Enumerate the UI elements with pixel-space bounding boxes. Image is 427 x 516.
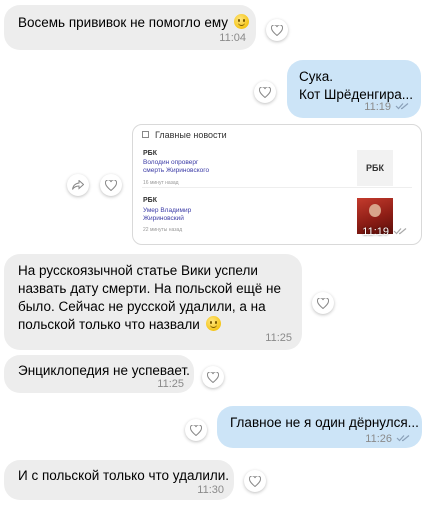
- message-text: Главное не я один дёрнулся...: [230, 415, 419, 430]
- message-time: 11:25: [265, 332, 292, 344]
- news-meta: 22 минуты назад: [143, 227, 183, 233]
- news-source: РБК: [143, 197, 157, 204]
- news-headline-line: Володин опроверг: [143, 159, 199, 166]
- read-ticks-icon: [393, 228, 407, 235]
- news-meta: 16 минут назад: [143, 180, 179, 186]
- message-time: 11:25: [157, 378, 184, 390]
- message-bubble-incoming[interactable]: Энциклопедия не успевает. 11:25: [4, 355, 194, 393]
- news-preview-card[interactable]: Главные новости РБК Володин опроверг сме…: [132, 124, 422, 245]
- message-text-line: На русскоязычной статье Вики успели: [18, 263, 258, 278]
- read-ticks-icon: [396, 435, 410, 442]
- message-text: Энциклопедия не успевает.: [18, 363, 190, 378]
- read-ticks-icon: [395, 103, 409, 110]
- message-text-line: Сука.: [299, 69, 333, 84]
- message-text-line: польской только что назвали: [18, 317, 200, 332]
- message-time: 11:26: [365, 433, 392, 445]
- news-thumbnail: РБК: [357, 150, 393, 186]
- message-bubble-incoming[interactable]: И с польской только что удалили. 11:30: [4, 460, 234, 500]
- smile-emoji-icon: [233, 14, 249, 29]
- like-heart-icon[interactable]: [244, 470, 266, 492]
- smile-emoji-icon: [205, 316, 221, 331]
- message-bubble-incoming[interactable]: На русскоязычной статье Вики успели назв…: [4, 254, 302, 350]
- like-heart-icon[interactable]: [254, 81, 276, 103]
- news-headline-line: Умер Владимир: [143, 207, 192, 214]
- like-heart-icon[interactable]: [185, 419, 207, 441]
- news-grid-icon: [142, 131, 149, 138]
- divider: [142, 187, 412, 188]
- message-bubble-outgoing[interactable]: Сука. Кот Шрёденгира... 11:19: [287, 60, 421, 118]
- message-bubble-outgoing[interactable]: Главное не я один дёрнулся... 11:26: [217, 406, 422, 448]
- message-text: Восемь прививок не помогло ему: [18, 15, 229, 30]
- like-heart-icon[interactable]: [100, 174, 122, 196]
- message-text: И с польской только что удалили.: [18, 468, 230, 483]
- card-title: Главные новости: [155, 130, 227, 140]
- message-bubble-incoming[interactable]: Восемь прививок не помогло ему 11:04: [4, 5, 256, 50]
- message-time: 11:19: [362, 226, 389, 238]
- message-text-line: назвать дату смерти. На польской ещё не: [18, 281, 281, 296]
- share-icon[interactable]: [67, 174, 89, 196]
- news-headline-line: смерть Жириновского: [143, 167, 210, 174]
- news-headline-line: Жириновский: [143, 215, 184, 222]
- message-text-line: было. Сейчас не русской удалили, а на: [18, 299, 266, 314]
- news-headline[interactable]: Володин опроверг смерть Жириновского: [143, 159, 209, 175]
- message-time: 11:30: [197, 484, 224, 496]
- message-time: 11:04: [219, 32, 246, 44]
- news-source: РБК: [143, 150, 157, 157]
- message-time: 11:19: [364, 101, 391, 113]
- like-heart-icon[interactable]: [312, 292, 334, 314]
- news-headline[interactable]: Умер Владимир Жириновский: [143, 207, 191, 223]
- like-heart-icon[interactable]: [266, 19, 288, 41]
- like-heart-icon[interactable]: [202, 366, 224, 388]
